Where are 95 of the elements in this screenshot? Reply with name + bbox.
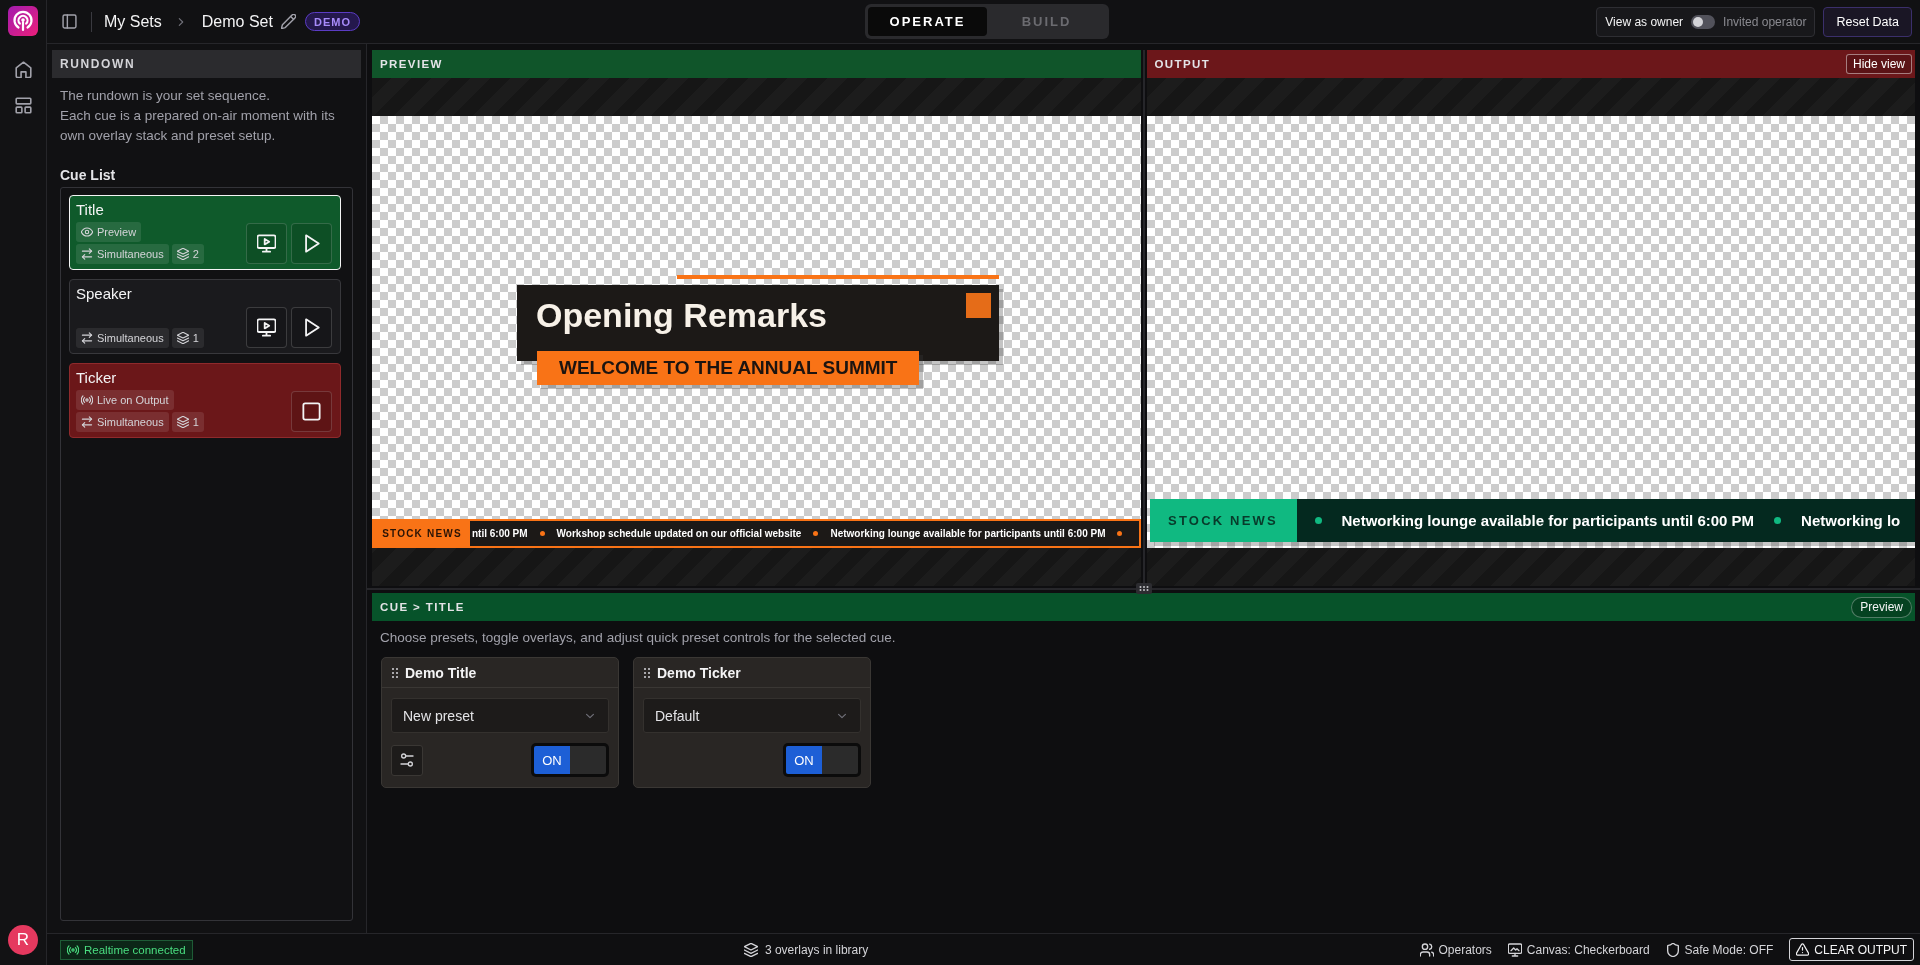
stop-icon bbox=[302, 402, 321, 421]
on-off-toggle[interactable]: ON bbox=[531, 743, 609, 777]
swap-arrows-icon bbox=[81, 332, 93, 344]
edit-button[interactable] bbox=[280, 14, 296, 29]
drag-handle-icon[interactable] bbox=[644, 667, 650, 678]
demo-badge: DEMO bbox=[304, 12, 360, 31]
bullet-icon bbox=[1117, 531, 1123, 537]
toggle-switch[interactable] bbox=[1691, 14, 1716, 29]
mode-text: Simultaneous bbox=[97, 332, 164, 344]
panel-description: Choose presets, toggle overlays, and adjust quick preset controls for the selected cue. bbox=[380, 629, 897, 647]
operators-button[interactable]: Operators bbox=[1419, 942, 1492, 957]
hide-view-button[interactable]: Hide view bbox=[1845, 54, 1912, 74]
bullet-icon bbox=[813, 531, 819, 537]
status-badge: Preview bbox=[1851, 596, 1912, 618]
panel-title: OUTPUT bbox=[1154, 58, 1211, 70]
layer-count: 1 bbox=[192, 416, 199, 428]
radio-waves-icon bbox=[67, 943, 79, 956]
overlay-name: Demo Title bbox=[405, 664, 477, 681]
ticker-item: ntil 6:00 PM bbox=[472, 528, 528, 540]
canvas-button[interactable]: Canvas: Checkerboard bbox=[1507, 942, 1650, 957]
swap-arrows-icon bbox=[81, 248, 93, 260]
ticker-item: Networking lo bbox=[1801, 512, 1901, 530]
resize-handle-icon[interactable] bbox=[1135, 583, 1152, 594]
monitor-play-icon bbox=[257, 234, 276, 253]
warning-icon bbox=[1796, 943, 1810, 956]
layout-icon[interactable] bbox=[14, 97, 32, 114]
bullet-icon bbox=[1774, 517, 1782, 525]
layer-count: 1 bbox=[192, 332, 199, 344]
overlay-name: Demo Ticker bbox=[657, 664, 741, 681]
graphic-title: Opening Remarks bbox=[536, 294, 827, 335]
mode-text: Simultaneous bbox=[97, 248, 164, 260]
panel-title: PREVIEW bbox=[380, 58, 443, 70]
panel-title: CUE > TITLE bbox=[380, 601, 465, 613]
monitor-image-icon bbox=[1507, 942, 1522, 957]
layers-icon bbox=[176, 416, 189, 428]
play-button[interactable] bbox=[291, 223, 332, 264]
clear-output-button[interactable]: CLEAR OUTPUT bbox=[1789, 938, 1914, 961]
sidebar-toggle-button[interactable] bbox=[62, 14, 77, 29]
drag-handle-icon[interactable] bbox=[392, 667, 398, 678]
status-text: Preview bbox=[97, 226, 137, 238]
layers-icon bbox=[176, 332, 189, 344]
logo-icon[interactable] bbox=[8, 6, 38, 36]
shield-icon bbox=[1665, 942, 1680, 957]
play-icon bbox=[302, 234, 321, 253]
layers-icon bbox=[176, 248, 189, 260]
preview-button[interactable] bbox=[246, 223, 287, 264]
section-header: RUNDOWN bbox=[52, 50, 361, 78]
reset-button[interactable]: Reset Data bbox=[1823, 6, 1912, 37]
graphic-subtitle: WELCOME TO THE ANNUAL SUMMIT bbox=[537, 350, 920, 385]
settings-button[interactable] bbox=[391, 744, 423, 776]
preset-select[interactable]: New preset bbox=[391, 698, 609, 733]
library-count: 3 overlays in library bbox=[764, 942, 869, 957]
swap-arrows-icon bbox=[81, 416, 93, 428]
cue-card[interactable]: Title Preview Simultaneous 2 bbox=[69, 195, 341, 270]
cue-name: Title bbox=[76, 201, 105, 219]
toggle-label: View as owner bbox=[1605, 14, 1684, 29]
eye-icon bbox=[81, 226, 93, 238]
monitor-play-icon bbox=[257, 318, 276, 337]
users-icon bbox=[1419, 942, 1434, 957]
ticker-label: STOCK NEWS bbox=[1149, 499, 1297, 543]
sidebar-icon bbox=[62, 14, 77, 29]
on-off-toggle[interactable]: ON bbox=[783, 743, 861, 777]
layer-count: 2 bbox=[192, 248, 199, 260]
accent-square-icon bbox=[966, 292, 991, 318]
bullet-icon bbox=[1314, 517, 1322, 525]
cue-name: Speaker bbox=[76, 285, 133, 303]
preview-button[interactable] bbox=[246, 307, 287, 348]
bullet-icon bbox=[539, 531, 545, 537]
set-name: Demo Set bbox=[201, 12, 273, 31]
safe-mode-button[interactable]: Safe Mode: OFF bbox=[1665, 942, 1774, 957]
home-icon[interactable] bbox=[14, 61, 32, 78]
cue-name: Ticker bbox=[76, 369, 118, 387]
cue-card[interactable]: Ticker Live on Output Simultaneous 1 bbox=[69, 363, 341, 438]
status-text: Live on Output bbox=[97, 394, 169, 406]
sliders-icon bbox=[400, 753, 414, 767]
play-icon bbox=[302, 318, 321, 337]
mode-text: Simultaneous bbox=[97, 416, 164, 428]
layers-icon bbox=[743, 942, 758, 957]
connection-status: Realtime connected bbox=[84, 943, 186, 956]
rundown-description: The rundown is your set sequence. Each cue is a prepared on-air moment with its own overlay stack and preset setup. bbox=[60, 87, 336, 145]
mode-tab[interactable]: OPERATE bbox=[868, 7, 987, 36]
radio-waves-icon bbox=[81, 394, 93, 406]
pencil-icon bbox=[280, 14, 296, 29]
ticker-item: Workshop schedule updated on our official website bbox=[556, 528, 802, 540]
user-avatar[interactable]: R bbox=[8, 925, 38, 955]
list-title: Cue List bbox=[60, 166, 117, 184]
cue-card[interactable]: Speaker Simultaneous 1 bbox=[69, 279, 341, 354]
preset-select[interactable]: Default bbox=[643, 698, 861, 733]
toggle-label: Invited operator bbox=[1723, 14, 1807, 29]
stop-button[interactable] bbox=[291, 391, 332, 432]
ticker-item: Networking lounge available for participants until 6:00 PM bbox=[1341, 512, 1755, 530]
play-button[interactable] bbox=[291, 307, 332, 348]
breadcrumb-link[interactable]: My Sets bbox=[104, 12, 162, 31]
ticker-label: STOCK NEWS bbox=[374, 521, 470, 547]
ticker-item: Networking lounge available for participants until 6:00 PM bbox=[830, 528, 1106, 540]
